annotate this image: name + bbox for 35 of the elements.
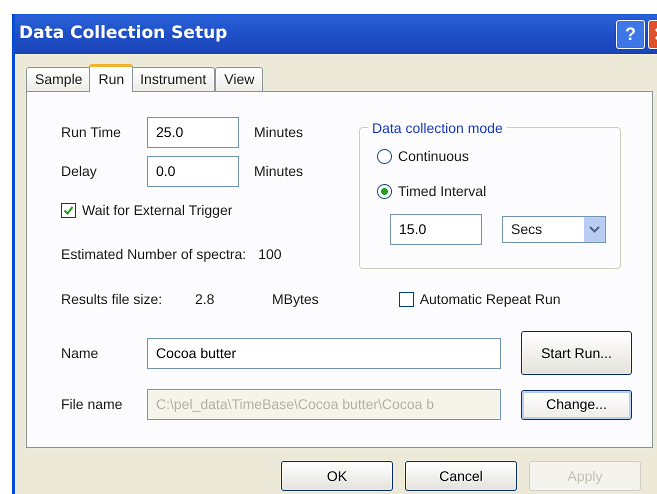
- field-label: File name: [61, 395, 124, 414]
- radio-button[interactable]: [377, 149, 392, 164]
- radio-button[interactable]: [377, 184, 392, 199]
- unit-dropdown[interactable]: Secs: [502, 216, 606, 243]
- start-run-button[interactable]: Start Run...: [521, 331, 632, 375]
- tab[interactable]: Run: [89, 64, 134, 92]
- estimate-value: 100: [258, 245, 282, 264]
- help-button[interactable]: ?: [616, 20, 645, 48]
- tab[interactable]: View: [215, 67, 264, 91]
- change-button[interactable]: Change...: [521, 390, 632, 420]
- dialog-button[interactable]: OK: [281, 461, 393, 491]
- file-size-value: 2.8: [195, 290, 216, 309]
- delay-field[interactable]: 0.0: [147, 156, 239, 187]
- unit-label: Minutes: [254, 123, 304, 142]
- name-field[interactable]: Cocoa butter: [147, 338, 501, 368]
- dialog-button[interactable]: Cancel: [405, 461, 517, 491]
- window-title: Data Collection Setup: [19, 22, 228, 46]
- estimate-label: Estimated Number of spectra:: [61, 245, 246, 264]
- checkbox[interactable]: [398, 292, 414, 307]
- checkmark-icon: [63, 205, 74, 216]
- field-label: Run Time: [61, 123, 122, 142]
- checkbox-label: Automatic Repeat Run: [420, 290, 561, 309]
- radio-label: Continuous: [398, 147, 469, 166]
- file-size-label: Results file size:: [61, 290, 164, 309]
- unit-label: Minutes: [254, 162, 304, 181]
- run-time-field[interactable]: 25.0: [147, 117, 239, 148]
- checkbox-label: Wait for External Trigger: [82, 201, 232, 220]
- field-label: Name: [61, 344, 100, 362]
- interval-field[interactable]: 15.0: [390, 214, 482, 245]
- tab[interactable]: Sample: [26, 67, 92, 91]
- unit-label: MBytes: [272, 290, 319, 309]
- radio-label: Timed Interval: [398, 182, 486, 201]
- tab[interactable]: Instrument: [131, 67, 216, 91]
- field-label: Delay: [61, 162, 98, 181]
- checkbox[interactable]: [61, 203, 76, 218]
